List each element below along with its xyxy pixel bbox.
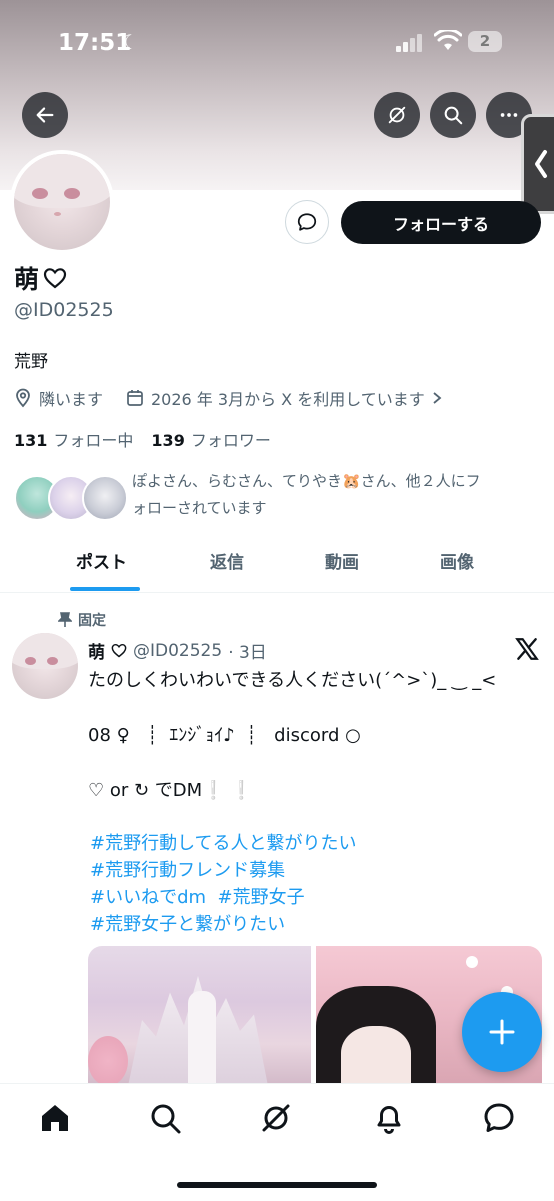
tab-posts[interactable]: ポスト <box>76 548 127 573</box>
followed-by-avatars[interactable] <box>14 475 128 521</box>
location-pin-icon <box>16 388 30 408</box>
hashtag-link[interactable]: #いいねでdm #荒野女子 <box>90 883 305 909</box>
post-author-name[interactable]: 萌 <box>88 638 105 663</box>
location-row: 隣います <box>14 386 103 410</box>
search-icon <box>444 106 463 125</box>
active-tab-indicator <box>70 587 140 591</box>
post-avatar[interactable] <box>12 633 78 699</box>
heart-icon <box>43 268 67 289</box>
grok-icon[interactable] <box>259 1101 293 1135</box>
grok-button[interactable] <box>374 92 420 138</box>
post-time: · 3日 <box>228 643 267 663</box>
wifi-icon <box>434 30 462 50</box>
chevron-left-icon <box>535 150 547 178</box>
post-header: 萌 @ID02525 · 3日 <box>88 638 267 664</box>
signal-icon <box>396 34 424 52</box>
follow-counts: 131 フォロー中 139 フォロワー <box>14 427 271 451</box>
post-image-1[interactable] <box>88 946 311 1086</box>
arrow-left-icon <box>36 107 54 123</box>
home-icon[interactable] <box>38 1101 72 1135</box>
pinned-label: 固定 <box>58 610 106 630</box>
search-button[interactable] <box>430 92 476 138</box>
followers-link[interactable]: 139 フォロワー <box>151 427 270 451</box>
hashtag-link[interactable]: #荒野行動フレンド募集 <box>90 856 285 882</box>
back-button[interactable] <box>22 92 68 138</box>
post-author-handle[interactable]: @ID02525 <box>133 641 222 661</box>
side-panel-handle[interactable] <box>521 114 554 214</box>
messages-icon[interactable] <box>482 1101 516 1135</box>
joined-row[interactable]: 2026 年 3月から X を利用しています <box>126 386 442 410</box>
battery-indicator: 2 <box>468 31 502 52</box>
location-text: 隣います <box>39 390 104 409</box>
x-logo-icon[interactable] <box>514 636 540 662</box>
moon-icon: ☾ <box>121 30 139 54</box>
follow-button[interactable]: フォローする <box>341 201 541 244</box>
pin-icon <box>58 612 72 627</box>
calendar-icon <box>127 390 143 406</box>
status-bar: 17:51 ☾ 2 <box>0 0 554 88</box>
heart-icon <box>111 643 127 658</box>
tab-media[interactable]: 画像 <box>440 548 474 573</box>
following-link[interactable]: 131 フォロー中 <box>14 427 133 451</box>
joined-text: 2026 年 3月から X を利用しています <box>151 390 425 409</box>
followed-by-text[interactable]: ぽよさん、らむさん、てりやき🐹さん、他２人にフ ォローされています <box>132 468 532 522</box>
tab-replies[interactable]: 返信 <box>210 548 244 573</box>
message-button[interactable] <box>285 200 329 244</box>
grok-icon <box>388 106 406 124</box>
post-text-line-3: ♡ or ↻ でDM❕ ❕ <box>88 780 253 801</box>
more-icon <box>500 113 518 117</box>
profile-name-text: 萌 <box>14 265 40 294</box>
hashtag-link[interactable]: #荒野女子と繋がりたい <box>90 910 285 936</box>
bell-icon[interactable] <box>372 1101 406 1135</box>
post-text-line-1: たのしくわいわいできる人ください(ˊ^>ˋ)_ ‿ _< <box>88 670 497 691</box>
profile-bio: 荒野 <box>14 352 48 372</box>
profile-name: 萌 <box>14 260 67 296</box>
tab-videos[interactable]: 動画 <box>325 548 359 573</box>
search-icon[interactable] <box>148 1101 182 1135</box>
plus-icon <box>489 1019 515 1045</box>
compose-button[interactable] <box>462 992 542 1072</box>
profile-handle: @ID02525 <box>14 299 114 321</box>
chat-bubble-icon <box>297 213 317 231</box>
profile-avatar[interactable] <box>10 150 114 254</box>
chevron-right-icon <box>433 392 442 404</box>
hashtag-link[interactable]: #荒野行動してる人と繋がりたい <box>90 829 357 855</box>
post-text-line-2: 08 ♀ ┊ ｴﾝｼﾞｮｲ♪ ┊ discord ○ <box>88 725 361 746</box>
profile-tabs: ポスト 返信 動画 画像 <box>0 536 554 593</box>
home-indicator <box>177 1182 377 1188</box>
